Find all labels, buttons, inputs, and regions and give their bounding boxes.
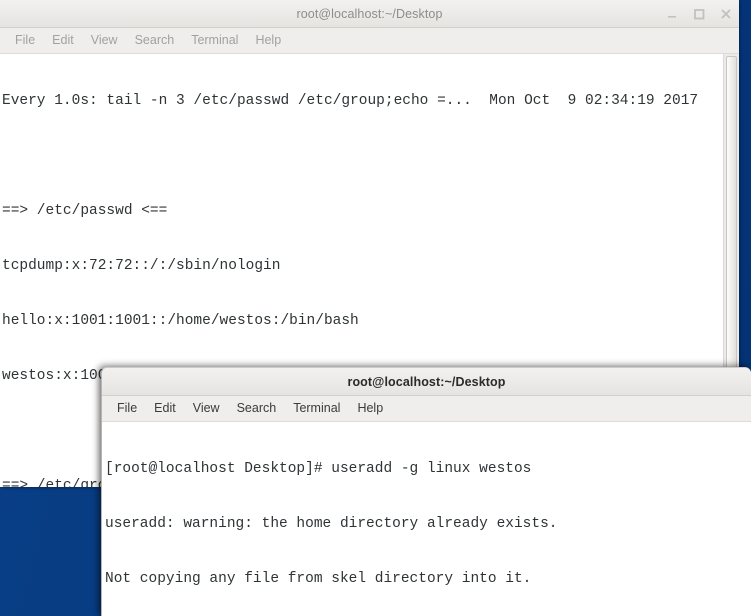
terminal-line: Every 1.0s: tail -n 3 /etc/passwd /etc/g… — [2, 92, 699, 109]
menu-file-front[interactable]: File — [110, 400, 144, 417]
window-controls-back — [665, 0, 733, 28]
maximize-icon[interactable] — [692, 7, 706, 21]
menu-edit-front[interactable]: Edit — [147, 400, 183, 417]
titlebar-back[interactable]: root@localhost:~/Desktop — [0, 0, 739, 28]
minimize-icon[interactable] — [665, 7, 679, 21]
terminal-line: useradd: warning: the home directory alr… — [105, 515, 558, 532]
menu-view-front[interactable]: View — [186, 400, 227, 417]
menu-view-back[interactable]: View — [84, 32, 125, 49]
desktop: root@localhost:~/Desktop File Edit View … — [0, 0, 751, 616]
menu-search-back[interactable]: Search — [128, 32, 182, 49]
menu-help-front[interactable]: Help — [350, 400, 390, 417]
menu-terminal-front[interactable]: Terminal — [286, 400, 347, 417]
menu-file-back[interactable]: File — [8, 32, 42, 49]
menu-search-front[interactable]: Search — [230, 400, 284, 417]
menu-help-back[interactable]: Help — [248, 32, 288, 49]
titlebar-front[interactable]: root@localhost:~/Desktop — [102, 368, 751, 396]
window-title-back: root@localhost:~/Desktop — [296, 6, 443, 21]
scrollbar-thumb-back[interactable] — [726, 56, 737, 418]
terminal-line: hello:x:1001:1001::/home/westos:/bin/bas… — [2, 312, 359, 329]
terminal-window-front[interactable]: root@localhost:~/Desktop File Edit View … — [101, 367, 751, 616]
menu-terminal-back[interactable]: Terminal — [184, 32, 245, 49]
menubar-back: File Edit View Search Terminal Help — [0, 28, 739, 54]
menubar-front: File Edit View Search Terminal Help — [102, 396, 751, 422]
terminal-output-front[interactable]: [root@localhost Desktop]# useradd -g lin… — [102, 422, 751, 616]
close-icon[interactable] — [719, 7, 733, 21]
terminal-line: tcpdump:x:72:72::/:/sbin/nologin — [2, 257, 281, 274]
window-title-front: root@localhost:~/Desktop — [347, 374, 506, 389]
terminal-line: [root@localhost Desktop]# useradd -g lin… — [105, 460, 532, 477]
terminal-line: Not copying any file from skel directory… — [105, 570, 532, 587]
terminal-text-front: [root@localhost Desktop]# useradd -g lin… — [102, 422, 751, 616]
terminal-line: ==> /etc/passwd <== — [2, 202, 168, 219]
menu-edit-back[interactable]: Edit — [45, 32, 81, 49]
